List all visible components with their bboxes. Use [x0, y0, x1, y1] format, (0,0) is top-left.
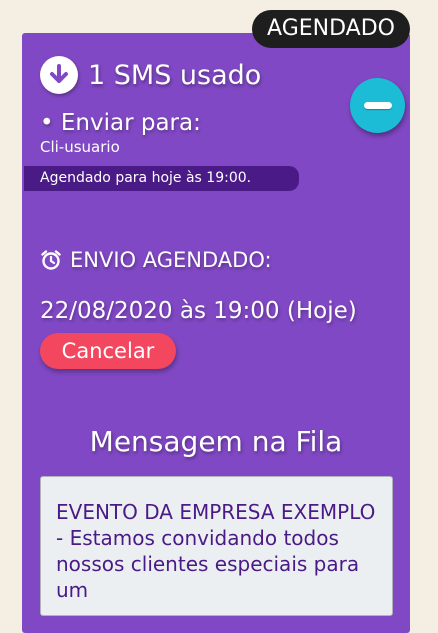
schedule-title: ENVIO AGENDADO: — [70, 248, 272, 272]
cancel-button[interactable]: Cancelar — [40, 333, 176, 369]
minus-icon — [363, 102, 392, 109]
collapse-button[interactable] — [350, 78, 405, 133]
alarm-clock-icon — [40, 249, 62, 271]
sms-usage: 1 SMS usado — [40, 56, 261, 94]
scheduled-datetime: 22/08/2020 às 19:00 (Hoje) — [40, 298, 357, 324]
arrow-down-circle-icon — [40, 56, 78, 94]
recipient-name: Cli-usuario — [40, 138, 120, 156]
schedule-heading: ENVIO AGENDADO: — [40, 248, 272, 272]
queued-message: EVENTO DA EMPRESA EXEMPLO - Estamos conv… — [40, 476, 393, 616]
sms-usage-text: 1 SMS usado — [88, 59, 262, 91]
status-badge: AGENDADO — [252, 10, 410, 48]
send-to-label: • Enviar para: — [40, 110, 201, 136]
queue-title: Mensagem na Fila — [89, 425, 343, 458]
scheduled-note: Agendado para hoje às 19:00. — [24, 166, 299, 191]
